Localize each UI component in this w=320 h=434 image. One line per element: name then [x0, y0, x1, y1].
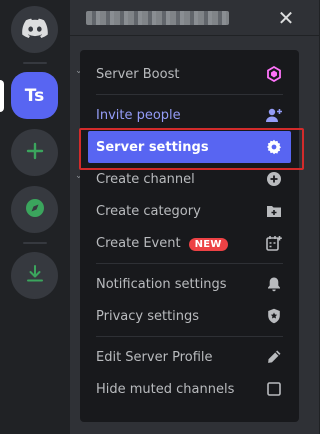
close-menu-button[interactable]: ✕ — [274, 6, 298, 30]
add-person-icon — [265, 106, 283, 124]
server-rail: Ts — [0, 0, 70, 434]
download-icon — [25, 264, 45, 288]
plus-icon — [26, 142, 44, 164]
menu-item-privacy-settings[interactable]: Privacy settings — [88, 300, 291, 332]
menu-item-label: Invite people — [96, 107, 181, 123]
server-name-redacted — [86, 11, 229, 25]
checkbox-icon[interactable] — [265, 380, 283, 398]
menu-item-edit-server-profile[interactable]: Edit Server Profile — [88, 341, 291, 373]
menu-separator — [96, 263, 283, 264]
menu-separator — [96, 94, 283, 95]
menu-item-create-channel[interactable]: Create channel — [88, 163, 291, 195]
menu-item-label: Edit Server Profile — [96, 349, 213, 365]
menu-item-label: Create channel — [96, 171, 195, 187]
calendar-add-icon — [265, 234, 283, 252]
compass-icon — [24, 197, 46, 223]
menu-item-label: Create Event — [96, 235, 181, 251]
close-icon: ✕ — [277, 6, 295, 30]
add-folder-icon — [265, 202, 283, 220]
explore-servers-button[interactable] — [11, 186, 58, 233]
menu-item-label: Hide muted channels — [96, 381, 235, 397]
menu-item-label: Notification settings — [96, 276, 227, 292]
menu-item-notification-settings[interactable]: Notification settings — [88, 268, 291, 300]
discord-logo-icon — [21, 18, 48, 42]
new-badge: NEW — [188, 237, 228, 251]
menu-item-label: Server settings — [96, 139, 209, 155]
server-initials: Ts — [24, 85, 45, 106]
menu-item-label: Create category — [96, 203, 201, 219]
add-circle-icon — [265, 170, 283, 188]
menu-item-label: Server Boost — [96, 66, 180, 82]
pencil-icon — [265, 348, 283, 366]
menu-item-hide-muted-channels[interactable]: Hide muted channels — [88, 373, 291, 405]
menu-item-label: Privacy settings — [96, 308, 200, 324]
menu-item-server-boost[interactable]: Server Boost — [88, 58, 291, 90]
shield-icon — [265, 307, 283, 325]
server-icon-ts[interactable]: Ts — [11, 72, 58, 119]
server-dropdown-menu: Server Boost Invite people Server settin… — [80, 50, 299, 422]
menu-item-create-event[interactable]: Create Event NEW — [88, 227, 291, 259]
selected-server-pill — [0, 80, 4, 112]
menu-item-invite-people[interactable]: Invite people — [88, 99, 291, 131]
gear-icon — [265, 138, 283, 156]
menu-separator — [96, 336, 283, 337]
menu-item-create-category[interactable]: Create category — [88, 195, 291, 227]
download-apps-button[interactable] — [11, 252, 58, 299]
server-header[interactable]: ✕ — [70, 0, 319, 36]
add-server-button[interactable] — [11, 129, 58, 176]
rail-divider — [23, 242, 47, 244]
menu-item-server-settings[interactable]: Server settings — [88, 131, 291, 163]
rail-divider — [23, 62, 47, 64]
bell-icon — [265, 275, 283, 293]
discord-home-button[interactable] — [11, 6, 58, 53]
boost-gem-icon — [265, 65, 283, 83]
